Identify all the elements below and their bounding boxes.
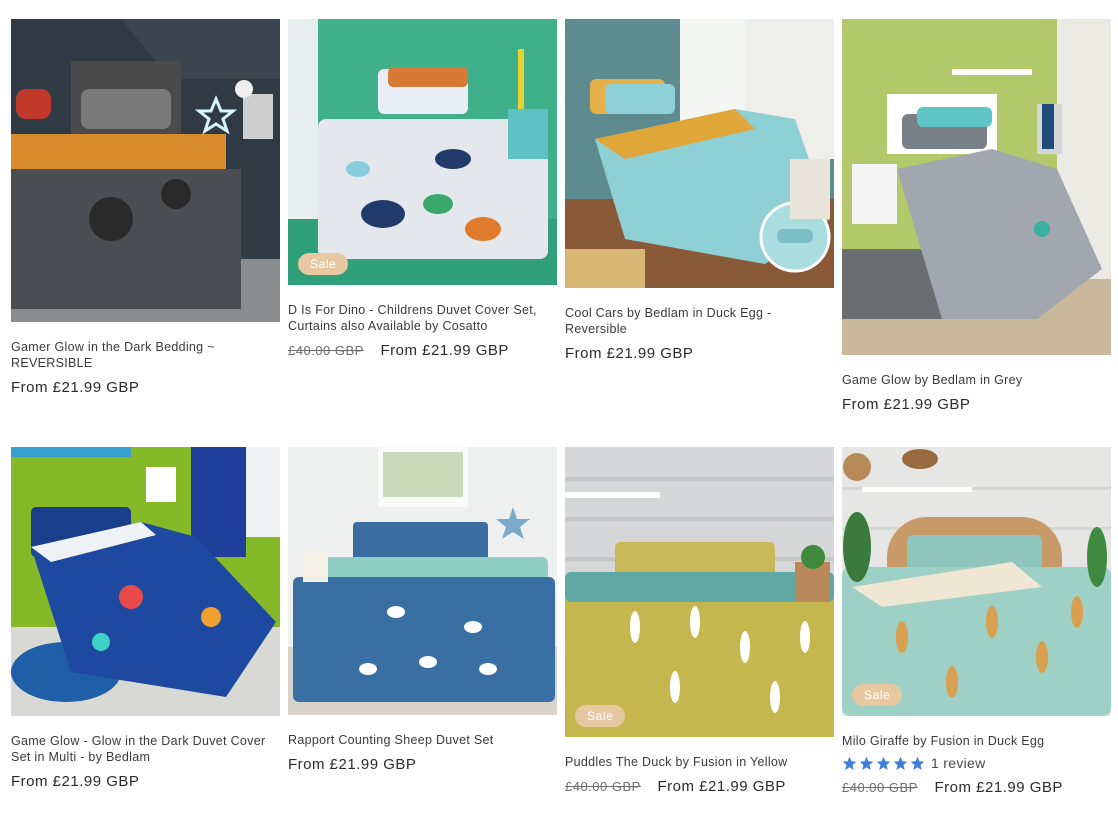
product-image[interactable] [11, 19, 280, 322]
sale-price: From £21.99 GBP [657, 778, 786, 795]
price-row: £40.00 GBP From £21.99 GBP [288, 342, 557, 359]
sale-price: From £21.99 GBP [11, 773, 140, 790]
product-image[interactable] [842, 19, 1111, 355]
star-icon [893, 756, 908, 770]
product-card[interactable]: Sale D Is For Dino - Childrens Duvet Cov… [288, 19, 557, 359]
sale-price: From £21.99 GBP [380, 342, 509, 359]
sale-price: From £21.99 GBP [842, 396, 971, 413]
price-row: £40.00 GBP From £21.99 GBP [842, 779, 1111, 796]
star-icon [910, 756, 925, 770]
product-title[interactable]: Puddles The Duck by Fusion in Yellow [565, 754, 834, 770]
product-title[interactable]: Game Glow by Bedlam in Grey [842, 372, 1111, 388]
star-icon [859, 756, 874, 770]
product-image[interactable]: Sale [842, 447, 1111, 716]
product-card[interactable]: Cool Cars by Bedlam in Duck Egg - Revers… [565, 19, 834, 362]
product-title[interactable]: Game Glow - Glow in the Dark Duvet Cover… [11, 733, 280, 765]
product-image[interactable] [565, 19, 834, 288]
review-count[interactable]: 1 review [931, 755, 986, 771]
product-title[interactable]: Cool Cars by Bedlam in Duck Egg - Revers… [565, 305, 834, 337]
product-card[interactable]: Sale Milo Giraffe by Fusion in Duck Egg … [842, 447, 1111, 796]
compare-price: £40.00 GBP [288, 343, 364, 358]
price-row: £40.00 GBP From £21.99 GBP [565, 778, 834, 795]
product-title[interactable]: D Is For Dino - Childrens Duvet Cover Se… [288, 302, 557, 334]
sale-badge: Sale [852, 684, 903, 706]
sale-badge: Sale [298, 253, 349, 275]
price-row: From £21.99 GBP [11, 773, 280, 790]
product-image[interactable]: Sale [288, 19, 557, 285]
product-card[interactable]: Sale Puddles The Duck by Fusion in Yello… [565, 447, 834, 795]
product-title[interactable]: Rapport Counting Sheep Duvet Set [288, 732, 557, 748]
product-title[interactable]: Milo Giraffe by Fusion in Duck Egg [842, 733, 1111, 749]
product-card[interactable]: Rapport Counting Sheep Duvet Set From £2… [288, 447, 557, 773]
product-image[interactable] [288, 447, 557, 715]
product-image[interactable] [11, 447, 280, 716]
product-image[interactable]: Sale [565, 447, 834, 737]
sale-price: From £21.99 GBP [565, 345, 694, 362]
price-row: From £21.99 GBP [288, 756, 557, 773]
star-icon [876, 756, 891, 770]
product-title[interactable]: Gamer Glow in the Dark Bedding ~ REVERSI… [11, 339, 280, 371]
product-card[interactable]: Gamer Glow in the Dark Bedding ~ REVERSI… [11, 19, 280, 396]
product-card[interactable]: Game Glow - Glow in the Dark Duvet Cover… [11, 447, 280, 790]
compare-price: £40.00 GBP [842, 780, 918, 795]
sale-price: From £21.99 GBP [288, 756, 417, 773]
rating-row: 1 review [842, 755, 1111, 771]
sale-price: From £21.99 GBP [934, 779, 1063, 796]
price-row: From £21.99 GBP [565, 345, 834, 362]
product-card[interactable]: Game Glow by Bedlam in Grey From £21.99 … [842, 19, 1111, 413]
price-row: From £21.99 GBP [842, 396, 1111, 413]
sale-price: From £21.99 GBP [11, 379, 140, 396]
price-row: From £21.99 GBP [11, 379, 280, 396]
star-icon [842, 756, 857, 770]
sale-badge: Sale [575, 705, 626, 727]
compare-price: £40.00 GBP [565, 779, 641, 794]
